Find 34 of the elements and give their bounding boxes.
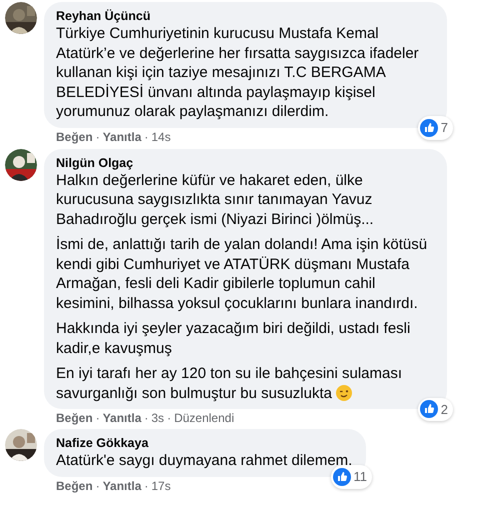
comment-text: En iyi tarafı her ay 120 ton su ile bahçesini sulaması savurganlığı son bulmuştur bu susuzlukta xyxy=(56,364,404,403)
author-name[interactable]: Reyhan Üçüncü xyxy=(56,8,435,24)
comment-text: İsmi de, anlattığı tarih de yalan dolandı! Ama işin kötüsü kendi gibi Cumhuriyet ve ATATÜRK düşmanı Mustafa Armağan, fesli deli Kadir gibilerle toplumun cahil kesimini, bilhassa yoksul çocuklarını bunlara inandırdı. xyxy=(56,235,428,313)
comment-text: Türkiye Cumhuriyetinin kurucusu Mustafa Kemal Atatürk’e ve değerlerine her fırsatta saygısızca ifadeler kullanan kişi için taziye mesajınızı T.C BERGAMA BELEDİYESİ ünvanı altında paylaşmayıp kişisel yorumunuz olarak paylaşmanızı dilerdim. xyxy=(56,24,420,122)
timestamp-link[interactable]: 3s xyxy=(151,411,164,426)
separator-dot: · xyxy=(96,411,100,426)
like-count: 7 xyxy=(440,119,448,137)
thumbs-up-icon xyxy=(420,400,438,418)
separator-dot: · xyxy=(167,411,172,426)
thumbs-up-icon xyxy=(332,468,350,486)
timestamp-link[interactable]: 17s xyxy=(151,478,171,494)
separator-dot: · xyxy=(96,130,100,144)
action-link[interactable]: Yanıtla xyxy=(102,411,142,426)
like-count: 2 xyxy=(440,400,448,418)
action-link[interactable]: Beğen xyxy=(56,130,93,144)
author-name[interactable]: Nilgün Olgaç xyxy=(56,154,435,170)
action-link[interactable]: Beğen xyxy=(56,411,93,426)
edited-label[interactable]: Düzenlendi xyxy=(174,411,234,426)
like-count: 11 xyxy=(354,468,367,486)
action-link[interactable]: Yanıtla xyxy=(102,130,142,144)
reaction-badge[interactable]: 11 xyxy=(330,465,372,488)
separator-dot: · xyxy=(144,130,148,144)
separator-dot: · xyxy=(144,478,148,494)
separator-dot: · xyxy=(144,411,148,426)
comment-text: Hakkında iyi şeyler yazacağım biri değildi, ustadı fesli kadir,e kavuşmuş xyxy=(56,319,412,358)
separator-dot: · xyxy=(96,478,100,494)
reaction-badge[interactable]: 2 xyxy=(418,398,453,421)
reaction-badge[interactable]: 7 xyxy=(418,116,453,140)
action-link[interactable]: Yanıtla xyxy=(102,478,142,494)
author-name[interactable]: Nafize Gökkaya xyxy=(56,435,354,451)
thumbs-up-icon xyxy=(420,118,438,137)
action-link[interactable]: Beğen xyxy=(56,478,93,494)
timestamp-link[interactable]: 14s xyxy=(151,130,171,144)
comment-text: Halkın değerlerine küfür ve hakaret eden, ülke kurucusuna saygısızlıkta sınır tanımayan Yavuz Bahadıroğlu gerçek ismi (Niyazi Birinci )ölmüş... xyxy=(56,170,375,229)
